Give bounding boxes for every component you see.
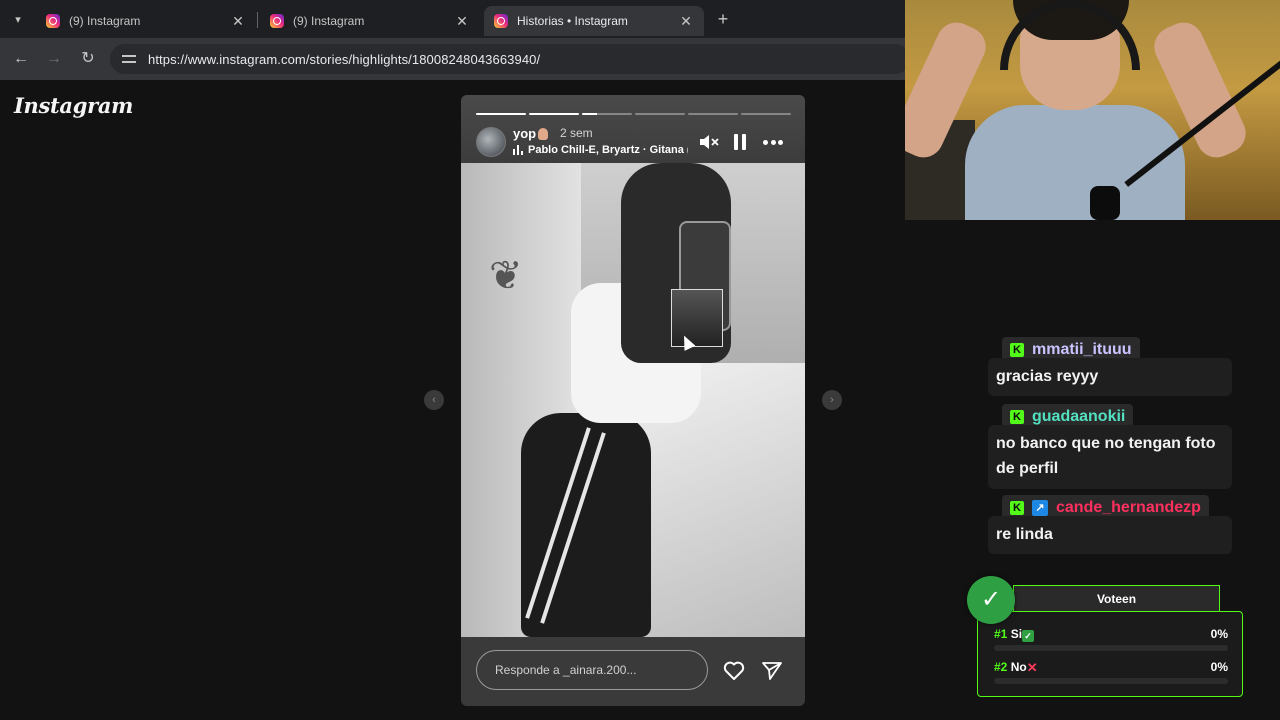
chat-username: guadaanokii xyxy=(1032,408,1126,425)
tab-search-dropdown-icon[interactable]: ▾ xyxy=(6,8,30,30)
instagram-icon xyxy=(270,14,284,28)
story-progress-bar xyxy=(688,113,738,115)
chat-username: cande_hernandezp xyxy=(1056,499,1201,516)
check-emoji-icon: ✓ xyxy=(1022,630,1035,642)
close-icon[interactable]: ✕ xyxy=(454,13,470,30)
photo-pants xyxy=(521,413,651,637)
poll-option-bar xyxy=(994,645,1228,651)
story-time: 2 sem xyxy=(560,126,593,140)
story-song[interactable]: Pablo Chill-E, Bryartz · Gitana (I xyxy=(528,144,688,156)
story-progress-bar xyxy=(476,113,526,115)
story-photo[interactable]: ❦ xyxy=(461,163,805,637)
arrow-right-icon[interactable]: → xyxy=(42,47,66,71)
reply-input[interactable] xyxy=(476,650,708,690)
new-tab-icon[interactable]: + xyxy=(712,8,734,30)
instagram-logo[interactable]: Instagram xyxy=(14,93,133,118)
story-progress-bar xyxy=(635,113,685,115)
kick-badge-icon: K xyxy=(1010,501,1024,515)
story-progress-bar xyxy=(529,113,579,115)
previous-story-button[interactable]: ‹ xyxy=(424,390,444,410)
instagram-icon xyxy=(494,14,508,28)
webcam-overlay xyxy=(905,0,1280,220)
poll-option-percent: 0% xyxy=(1210,660,1228,674)
url-text[interactable]: https://www.instagram.com/stories/highli… xyxy=(148,52,540,67)
story-progress-bar xyxy=(741,113,791,115)
music-icon xyxy=(513,145,523,155)
poll-option-percent: 0% xyxy=(1210,627,1228,641)
story-username[interactable]: yop xyxy=(513,126,536,141)
kick-badge-icon: K xyxy=(1010,343,1024,357)
poll-title: Voteen xyxy=(1013,585,1220,611)
next-story-button[interactable]: › xyxy=(822,390,842,410)
butterfly-icon: ❦ xyxy=(489,254,523,298)
chat-message: no banco que no tengan foto de perfil xyxy=(988,425,1232,489)
send-icon[interactable] xyxy=(761,661,783,681)
chat-message: gracias reyyy xyxy=(988,358,1232,396)
story-progress-bar xyxy=(582,113,632,115)
story-viewer: yop 2 sem Pablo Chill-E, Bryartz · Gitan… xyxy=(461,95,805,706)
arrow-left-icon[interactable]: ← xyxy=(9,47,33,71)
poll-option-label: Si xyxy=(1010,627,1023,641)
poll-option: #1 Si ✓ 0% xyxy=(994,627,1228,657)
tab-historias[interactable]: Historias • Instagram ✕ xyxy=(484,6,704,36)
poll-option-number: #1 xyxy=(994,627,1008,641)
story-footer xyxy=(461,637,805,706)
site-info-icon[interactable] xyxy=(122,53,136,65)
more-icon[interactable] xyxy=(763,140,783,145)
tab-separator xyxy=(257,12,258,28)
chat-message: re linda xyxy=(988,516,1232,554)
tab-title: Historias • Instagram xyxy=(517,14,628,28)
tab-instagram-2[interactable]: (9) Instagram ✕ xyxy=(260,6,480,36)
microphone-icon xyxy=(1090,186,1120,220)
tab-title: (9) Instagram xyxy=(293,14,365,28)
poll-option: #2 No✕ 0% xyxy=(994,660,1228,690)
heart-icon[interactable] xyxy=(723,661,745,681)
poll-option-number: #2 xyxy=(994,660,1008,674)
poll-option-bar xyxy=(994,678,1228,684)
address-bar[interactable]: https://www.instagram.com/stories/highli… xyxy=(110,44,910,74)
hand-emoji-icon xyxy=(538,128,548,140)
tab-instagram-1[interactable]: (9) Instagram ✕ xyxy=(36,6,256,36)
close-icon[interactable]: ✕ xyxy=(678,13,694,30)
poll-option-label: No xyxy=(1010,660,1027,674)
cross-emoji-icon: ✕ xyxy=(1026,660,1038,675)
close-icon[interactable]: ✕ xyxy=(230,13,246,30)
instagram-icon xyxy=(46,14,60,28)
check-icon: ✓ xyxy=(967,576,1015,624)
volume-muted-icon[interactable] xyxy=(699,133,719,151)
chat-username: mmatii_ituuu xyxy=(1032,341,1132,358)
reload-icon[interactable]: ↻ xyxy=(76,47,100,71)
avatar[interactable] xyxy=(476,127,506,157)
pause-icon[interactable] xyxy=(733,134,747,150)
subscriber-badge-icon: ↗ xyxy=(1032,500,1048,516)
tab-title: (9) Instagram xyxy=(69,14,141,28)
kick-badge-icon: K xyxy=(1010,410,1024,424)
